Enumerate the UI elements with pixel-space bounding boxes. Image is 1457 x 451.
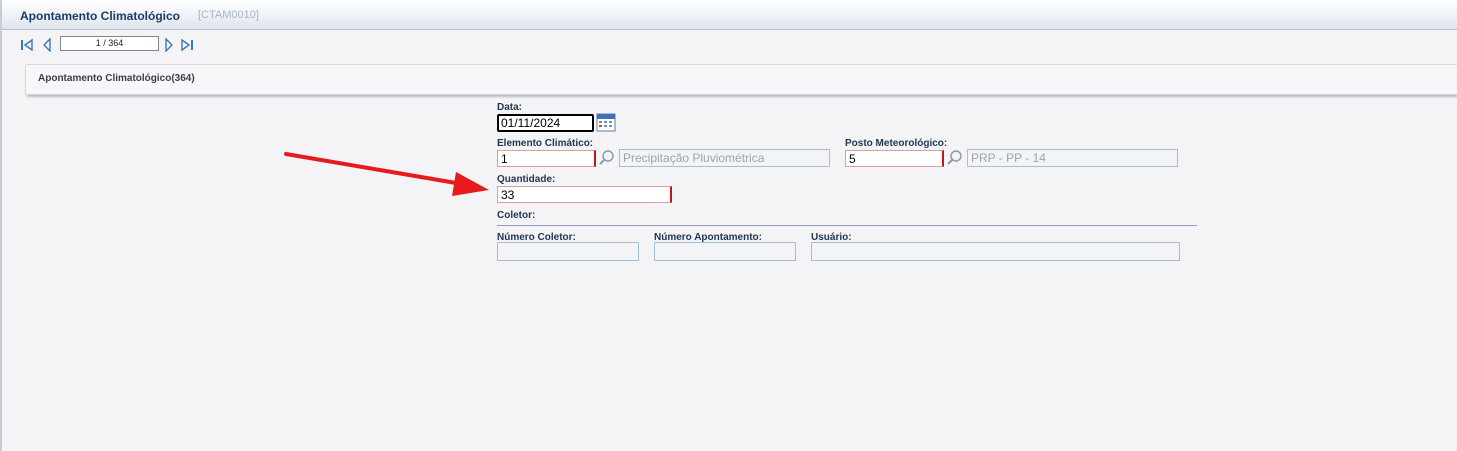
posto-meteorologico-code-input[interactable]: 5	[845, 150, 944, 167]
next-record-icon[interactable]	[162, 38, 176, 52]
posto-search-icon[interactable]	[945, 149, 965, 167]
coletor-separator	[497, 225, 1197, 226]
usuario-input[interactable]	[811, 242, 1180, 261]
numero-apontamento-input[interactable]	[654, 242, 796, 261]
previous-record-icon[interactable]	[40, 38, 54, 52]
elemento-climatico-label: Elemento Climático:	[497, 138, 594, 149]
program-code: [CTAM0010]	[198, 9, 259, 21]
data-label: Data:	[497, 102, 523, 113]
form-panel-header: Apontamento Climatológico(364)	[25, 64, 1457, 95]
data-input[interactable]: 01/11/2024	[497, 114, 594, 132]
first-record-icon[interactable]	[20, 38, 34, 52]
elemento-climatico-description: Precipitação Pluviométrica	[619, 149, 830, 167]
window-title: Apontamento Climatológico	[20, 9, 180, 23]
posto-meteorologico-label: Posto Meteorológico:	[845, 138, 948, 149]
record-indicator-field[interactable]: 1 / 364	[60, 36, 159, 51]
annotation-arrow	[284, 152, 489, 196]
title-bar: Apontamento Climatológico [CTAM0010]	[2, 0, 1457, 30]
panel-title: Apontamento Climatológico(364)	[38, 73, 195, 84]
quantidade-label: Quantidade:	[497, 174, 556, 185]
coletor-section-label: Coletor:	[497, 210, 536, 221]
quantidade-input[interactable]: 33	[497, 186, 672, 203]
window-left-edge	[0, 0, 2, 451]
elemento-climatico-code-input[interactable]: 1	[497, 150, 596, 167]
last-record-icon[interactable]	[180, 38, 194, 52]
record-navigation-bar: 1 / 364	[2, 30, 1457, 58]
elemento-search-icon[interactable]	[597, 149, 617, 167]
numero-coletor-input[interactable]	[497, 242, 639, 261]
calendar-icon[interactable]	[596, 112, 616, 132]
posto-meteorologico-description: PRP - PP - 14	[967, 149, 1178, 167]
